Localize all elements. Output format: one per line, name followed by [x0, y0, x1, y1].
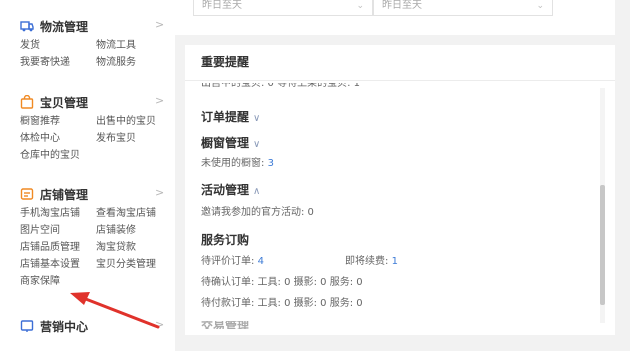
- sidebar-link-on-sale[interactable]: 出售中的宝贝: [96, 116, 156, 128]
- sidebar-group-store: 店铺管理 > 手机淘宝店铺 查看淘宝店铺 图片空间 店铺装修 店铺品质管理 淘宝…: [0, 184, 175, 299]
- sidebar-link-health-center[interactable]: 体检中心: [20, 133, 60, 145]
- window-unused-count[interactable]: 3: [268, 158, 274, 169]
- truck-icon: [20, 21, 34, 32]
- chevron-down-icon: ∨: [253, 113, 261, 124]
- card-title: 重要提醒: [201, 55, 250, 69]
- sidebar-link-view-store[interactable]: 查看淘宝店铺: [96, 208, 156, 220]
- section-title: 订单提醒: [201, 110, 250, 124]
- sidebar-group-header[interactable]: 物流管理: [20, 16, 88, 36]
- sidebar-link-loan[interactable]: 淘宝贷款: [96, 242, 136, 254]
- sidebar-group-header[interactable]: 店铺管理: [20, 184, 88, 204]
- sidebar-link-quality[interactable]: 店铺品质管理: [20, 242, 80, 254]
- megaphone-icon: [20, 320, 34, 332]
- sidebar-group-logistics: 物流管理 > 发货 物流工具 我要寄快递 物流服务: [0, 16, 175, 76]
- section-order-reminder[interactable]: 订单提醒 ∨: [201, 108, 260, 125]
- sidebar-group-marketing: 营销中心 >: [0, 316, 175, 351]
- sidebar-link-logistics-tools[interactable]: 物流工具: [96, 40, 136, 52]
- chevron-right-icon[interactable]: >: [155, 186, 164, 199]
- main-content: 昨日至天 ⌄ 昨日至天 ⌄ 重要提醒 出售中的宝贝: 0 等待上架的宝贝: 1 …: [175, 0, 630, 351]
- sidebar-group-header[interactable]: 宝贝管理: [20, 92, 88, 112]
- sidebar-group-title: 物流管理: [40, 19, 89, 34]
- chevron-right-icon[interactable]: >: [155, 318, 164, 331]
- partial-row: 出售中的宝贝: 0 等待上架的宝贝: 1: [201, 83, 360, 89]
- sidebar-link-mobile-store[interactable]: 手机淘宝店铺: [20, 208, 80, 220]
- chevron-up-icon: ∧: [253, 186, 261, 197]
- sidebar-link-merchant-guarantee[interactable]: 商家保障: [20, 276, 60, 288]
- section-activity-manage[interactable]: 活动管理 ∧: [201, 181, 260, 198]
- chevron-right-icon[interactable]: >: [155, 94, 164, 107]
- reminder-card: 重要提醒 出售中的宝贝: 0 等待上架的宝贝: 1 订单提醒 ∨ 橱窗管理 ∨ 未使…: [185, 45, 615, 335]
- to-confirm-row: 待确认订单: 工具: 0 摄影: 0 服务: 0: [201, 277, 363, 288]
- chevron-down-icon: ⌄: [356, 1, 364, 11]
- sidebar-link-window-recommend[interactable]: 橱窗推荐: [20, 116, 60, 128]
- sidebar-group-title: 店铺管理: [40, 187, 89, 202]
- sidebar-group-header[interactable]: 营销中心: [20, 316, 88, 336]
- row-label: 未使用的橱窗:: [201, 158, 265, 169]
- filter-bar: 昨日至天 ⌄ 昨日至天 ⌄: [175, 0, 615, 35]
- date-range-select-end[interactable]: 昨日至天 ⌄: [373, 0, 553, 16]
- sidebar-link-logistics-service[interactable]: 物流服务: [96, 57, 136, 69]
- chevron-down-icon: ∨: [253, 139, 261, 150]
- sidebar-group-title: 营销中心: [40, 319, 89, 334]
- activity-invite-row: 邀请我参加的官方活动: 0: [201, 207, 314, 218]
- sidebar-link-store-decor[interactable]: 店铺装修: [96, 225, 136, 237]
- scrollbar-thumb[interactable]: [600, 185, 605, 305]
- chevron-right-icon[interactable]: >: [155, 18, 164, 31]
- sidebar-group-items: 宝贝管理 > 橱窗推荐 出售中的宝贝 体检中心 发布宝贝 仓库中的宝贝: [0, 92, 175, 172]
- date-range-select-value: 昨日至天: [202, 0, 242, 11]
- to-review-row: 待评价订单: 4: [201, 252, 264, 267]
- date-range-select-start[interactable]: 昨日至天 ⌄: [193, 0, 373, 16]
- chevron-down-icon: ⌄: [536, 1, 544, 11]
- sidebar-link-category-manage[interactable]: 宝贝分类管理: [96, 259, 156, 271]
- bag-icon: [20, 95, 34, 109]
- sidebar-group-title: 宝贝管理: [40, 95, 89, 110]
- section-window-manage[interactable]: 橱窗管理 ∨: [201, 134, 260, 151]
- expiring-row: 即将续费: 1: [345, 252, 398, 267]
- date-range-select-value: 昨日至天: [382, 0, 422, 11]
- section-service-order: 服务订购: [201, 231, 249, 248]
- section-cut-off: 交易管理: [201, 321, 250, 329]
- store-icon: [20, 188, 34, 200]
- sidebar-link-publish-item[interactable]: 发布宝贝: [96, 133, 136, 145]
- section-title: 橱窗管理: [201, 136, 250, 150]
- sidebar: 物流管理 > 发货 物流工具 我要寄快递 物流服务 宝贝管理 > 橱窗推荐 出售…: [0, 0, 175, 351]
- to-pay-row: 待付款订单: 工具: 0 摄影: 0 服务: 0: [201, 298, 363, 309]
- row-label: 即将续费:: [345, 256, 389, 267]
- sidebar-link-image-space[interactable]: 图片空间: [20, 225, 60, 237]
- sidebar-link-warehouse[interactable]: 仓库中的宝贝: [20, 150, 80, 162]
- sidebar-link-send-express[interactable]: 我要寄快递: [20, 57, 70, 69]
- section-title: 活动管理: [201, 183, 250, 197]
- row-label: 待评价订单:: [201, 256, 255, 267]
- expiring-count[interactable]: 1: [392, 256, 398, 267]
- to-review-count[interactable]: 4: [258, 256, 264, 267]
- window-unused-row: 未使用的橱窗: 3: [201, 154, 274, 169]
- sidebar-link-basic-settings[interactable]: 店铺基本设置: [20, 259, 80, 271]
- sidebar-link-ship[interactable]: 发货: [20, 40, 40, 52]
- divider: [185, 80, 615, 81]
- section-title: 服务订购: [201, 233, 250, 247]
